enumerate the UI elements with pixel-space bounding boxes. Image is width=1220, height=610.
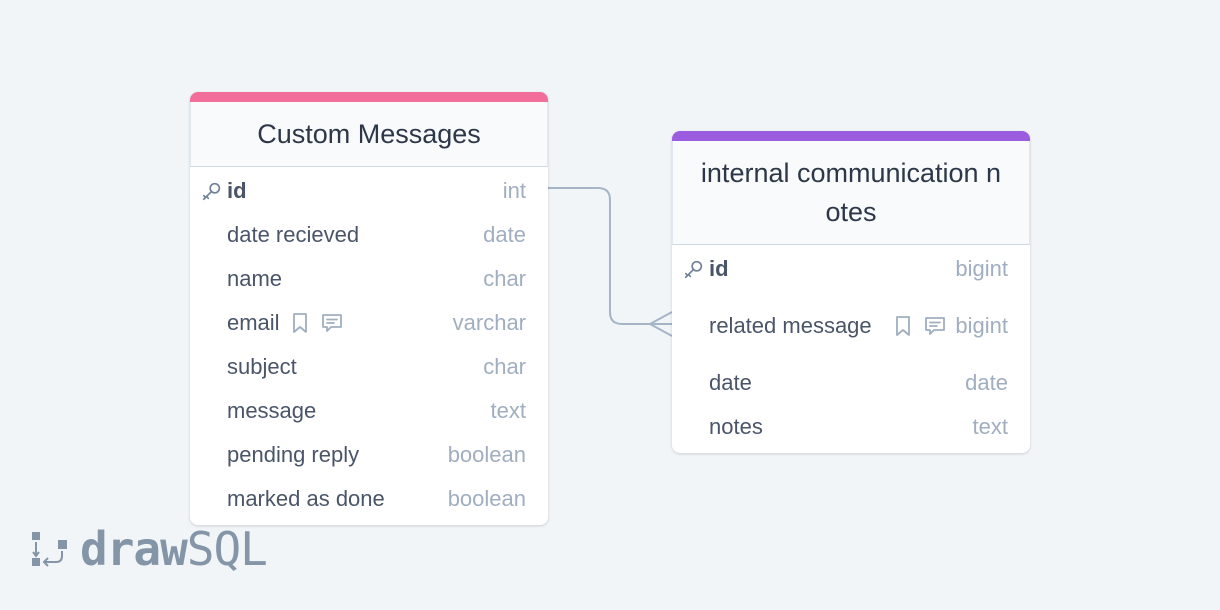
column-type: bigint [955,256,1008,281]
column-name: id [709,256,729,281]
comment-icon[interactable] [320,311,344,335]
drawsql-logo-icon [32,532,67,567]
logo-text-draw: draw [80,522,188,576]
table-internal-communication-notes[interactable]: internal communication notes id bigint r… [672,131,1030,453]
column-type: char [483,354,526,379]
table-custom-messages[interactable]: Custom Messages id int date recieved dat… [190,92,548,525]
column-row-name[interactable]: name char [190,257,548,301]
bookmark-icon[interactable] [891,314,915,338]
column-name: date [709,370,752,395]
column-name: date recieved [227,222,360,247]
column-type: text [490,398,526,423]
column-row-message[interactable]: message text [190,389,548,433]
diagram-canvas[interactable]: Custom Messages id int date recieved dat… [0,0,1220,610]
drawsql-logo[interactable]: draw SQL [30,522,268,576]
table-accent-bar [672,131,1030,141]
key-icon [684,260,703,279]
column-row-subject[interactable]: subject char [190,345,548,389]
table-accent-bar [190,92,548,102]
column-name: pending reply [227,442,360,467]
comment-icon[interactable] [923,314,947,338]
column-row-date-recieved[interactable]: date recieved date [190,213,548,257]
logo-text-sql: SQL [186,522,268,576]
column-type: bigint [955,313,1008,338]
column-row-related-message[interactable]: related message bigint [672,291,1030,361]
column-name: id [227,178,247,203]
column-name: email [227,310,280,335]
column-type: char [483,266,526,291]
column-type: int [502,178,526,203]
table-title[interactable]: internal communication notes [672,141,1030,245]
column-type: varchar [452,310,526,335]
column-name: message [227,398,317,423]
column-type: date [483,222,526,247]
column-type: boolean [447,442,526,467]
column-row-email[interactable]: email varchar [190,301,548,345]
column-row-notes[interactable]: notes text [672,405,1030,449]
table-title[interactable]: Custom Messages [190,102,548,167]
column-type: boolean [447,486,526,511]
column-row-id[interactable]: id bigint [672,247,1030,291]
column-list: id int date recieved date name char emai… [190,167,548,525]
column-icons [288,311,344,335]
column-name: subject [227,354,297,379]
column-name: related message [709,313,872,338]
column-name: name [227,266,283,291]
relationship-connector[interactable] [0,0,1220,610]
column-row-marked-as-done[interactable]: marked as done boolean [190,477,548,521]
column-row-date[interactable]: date date [672,361,1030,405]
column-row-pending-reply[interactable]: pending reply boolean [190,433,548,477]
column-icons [891,314,947,338]
column-name: notes [709,414,763,439]
column-type: text [972,414,1008,439]
column-row-id[interactable]: id int [190,169,548,213]
column-name: marked as done [227,486,385,511]
crow-foot-icon [649,311,673,337]
column-type: date [965,370,1008,395]
bookmark-icon[interactable] [288,311,312,335]
column-list: id bigint related message bigint date da… [672,245,1030,453]
key-icon [202,182,221,201]
